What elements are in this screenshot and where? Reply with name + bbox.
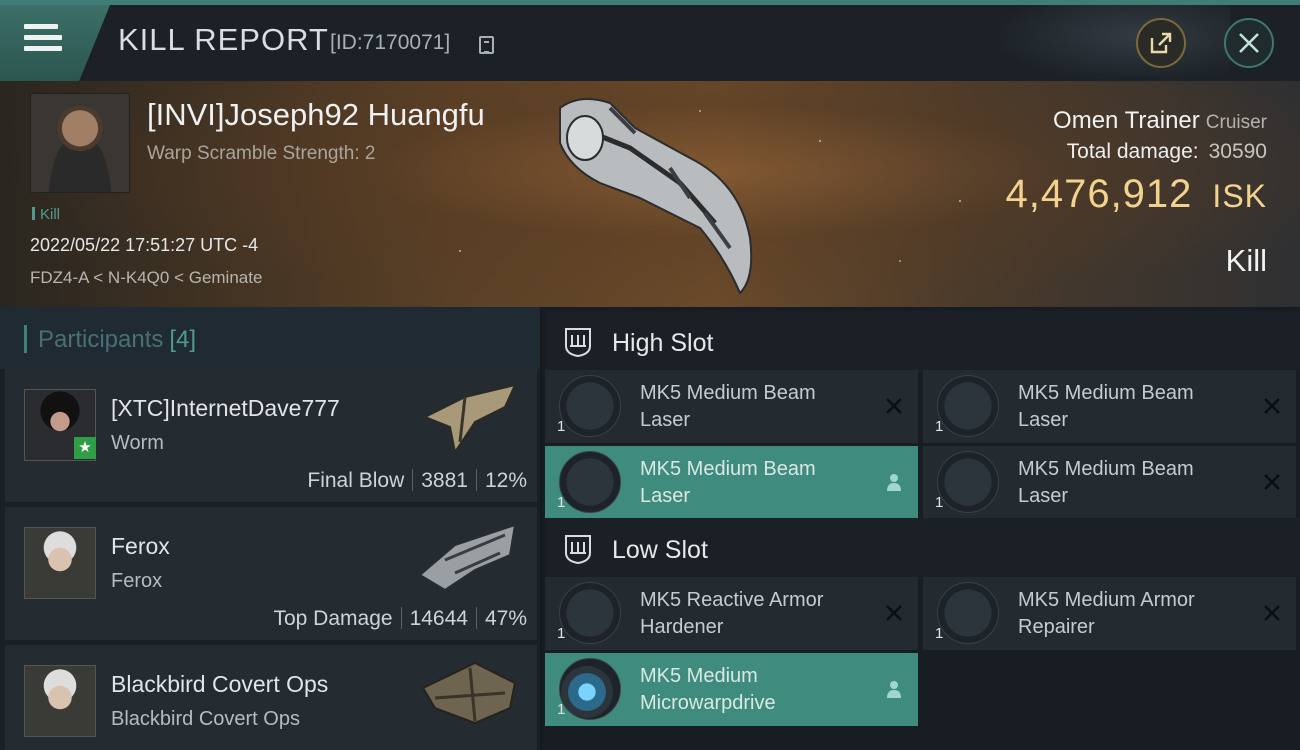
participant-name: Blackbird Covert Ops [111, 671, 329, 697]
close-button[interactable] [1224, 18, 1274, 68]
isk-value: 4,476,912 ISK [1005, 172, 1267, 217]
share-button[interactable] [1136, 18, 1186, 68]
module-name: MK5 Medium Beam Laser [1018, 382, 1194, 431]
module-name: MK5 Medium Beam Laser [1018, 458, 1194, 507]
low-slot-title: Low Slot [612, 536, 708, 564]
participant-ship: Blackbird Covert Ops [111, 708, 300, 730]
victim-ship-name: Omen Trainer Cruiser [1053, 107, 1267, 135]
kill-tag: Kill [32, 206, 60, 223]
armor-hardener-icon [559, 582, 621, 644]
stat-percent: 47% [484, 607, 527, 630]
total-damage-label: Total damage: [1066, 140, 1199, 163]
isk-unit: ISK [1212, 178, 1267, 214]
stat-percent: 12% [484, 469, 527, 492]
kill-location: FDZ4-A < N-K4Q0 < Geminate [30, 268, 263, 287]
participant-ship-image [421, 661, 517, 725]
module-name: MK5 Medium Beam Laser [640, 382, 816, 431]
dropped-person-icon [887, 474, 901, 491]
high-slot-icon [565, 328, 591, 358]
victim-avatar[interactable] [30, 93, 130, 193]
participants-title-text: Participants [38, 326, 164, 353]
participant-avatar [24, 527, 96, 599]
stat-label: Top Damage [273, 607, 393, 630]
kill-datetime: 2022/05/22 17:51:27 UTC -4 [30, 235, 259, 255]
module-name: MK5 Reactive Armor Hardener [640, 589, 824, 638]
total-damage: Total damage: 30590 [1067, 140, 1267, 164]
low-slot-icon [565, 535, 591, 565]
kill-id: [ID:7170071] [330, 31, 451, 54]
module-item[interactable]: 1 MK5 Medium Beam Laser [545, 446, 918, 519]
participant-name: [XTC]InternetDave777 [111, 395, 340, 421]
module-item[interactable]: 1 MK5 Medium Beam Laser [923, 370, 1296, 443]
participant-name: Ferox [111, 533, 170, 559]
participant-ship-image [418, 523, 517, 592]
module-item[interactable]: 1 MK5 Medium Beam Laser [923, 446, 1296, 519]
module-item[interactable]: 1 MK5 Medium Armor Repairer [923, 577, 1296, 650]
module-name: MK5 Medium Microwarpdrive [640, 665, 776, 714]
beam-laser-icon [559, 451, 621, 513]
module-quantity: 1 [557, 701, 566, 718]
high-slot-title: High Slot [612, 329, 714, 357]
module-quantity: 1 [557, 494, 566, 511]
stat-label: Final Blow [307, 469, 405, 492]
module-quantity: 1 [557, 418, 566, 435]
module-item[interactable]: 1 MK5 Medium Microwarpdrive [545, 653, 918, 726]
participant-avatar [24, 665, 96, 737]
beam-laser-icon [937, 451, 999, 513]
total-damage-value: 30590 [1208, 140, 1267, 163]
star-icon: ★ [74, 437, 96, 459]
module-item[interactable]: 1 MK5 Reactive Armor Hardener [545, 577, 918, 650]
module-quantity: 1 [935, 494, 944, 511]
stat-damage: 3881 [421, 469, 468, 492]
destroyed-icon [1264, 474, 1280, 490]
module-item[interactable]: 1 MK5 Medium Beam Laser [545, 370, 918, 443]
destroyed-icon [1264, 605, 1280, 621]
dropped-person-icon [887, 681, 901, 698]
participant-row[interactable]: ★ [XTC]InternetDave777 Worm Final Blow 38… [5, 369, 537, 502]
participant-stats: Top Damage 14644 47% [273, 607, 527, 631]
close-icon [1239, 33, 1259, 53]
destroyed-icon [886, 398, 902, 414]
module-name: MK5 Medium Beam Laser [640, 458, 816, 507]
victim-name[interactable]: [INVI]Joseph92 Huangfu [147, 97, 485, 133]
ship-class: Cruiser [1205, 112, 1267, 133]
participant-ship: Worm [111, 432, 164, 454]
header-decoration [1000, 5, 1230, 81]
microwarpdrive-icon [559, 658, 621, 720]
low-slot-header: Low Slot [545, 518, 1300, 580]
share-icon [1150, 32, 1172, 54]
participants-count: [4] [169, 326, 197, 353]
ship-name-text: Omen Trainer [1053, 107, 1200, 134]
armor-repairer-icon [937, 582, 999, 644]
copy-icon[interactable] [479, 36, 494, 54]
isk-amount: 4,476,912 [1005, 172, 1193, 216]
module-quantity: 1 [935, 625, 944, 642]
module-quantity: 1 [557, 625, 566, 642]
stat-damage: 14644 [409, 607, 468, 630]
destroyed-icon [886, 605, 902, 621]
warp-scramble-strength: Warp Scramble Strength: 2 [147, 143, 376, 164]
participant-row[interactable]: Ferox Ferox Top Damage 14644 47% [5, 507, 537, 640]
result-label: Kill [1225, 243, 1267, 278]
destroyed-icon [1264, 398, 1280, 414]
participant-row[interactable]: Blackbird Covert Ops Blackbird Covert Op… [5, 645, 537, 750]
victim-ship-image[interactable] [540, 88, 770, 298]
participant-ship: Ferox [111, 570, 163, 592]
module-name: MK5 Medium Armor Repairer [1018, 589, 1195, 638]
high-slot-header: High Slot [545, 311, 1300, 373]
page-title: KILL REPORT [118, 22, 329, 57]
participants-title: Participants [4] [38, 326, 196, 354]
participant-stats: Final Blow 3881 12% [307, 469, 527, 493]
beam-laser-icon [559, 375, 621, 437]
module-quantity: 1 [935, 418, 944, 435]
menu-icon[interactable] [24, 24, 62, 58]
participant-ship-image [422, 383, 517, 455]
beam-laser-icon [937, 375, 999, 437]
